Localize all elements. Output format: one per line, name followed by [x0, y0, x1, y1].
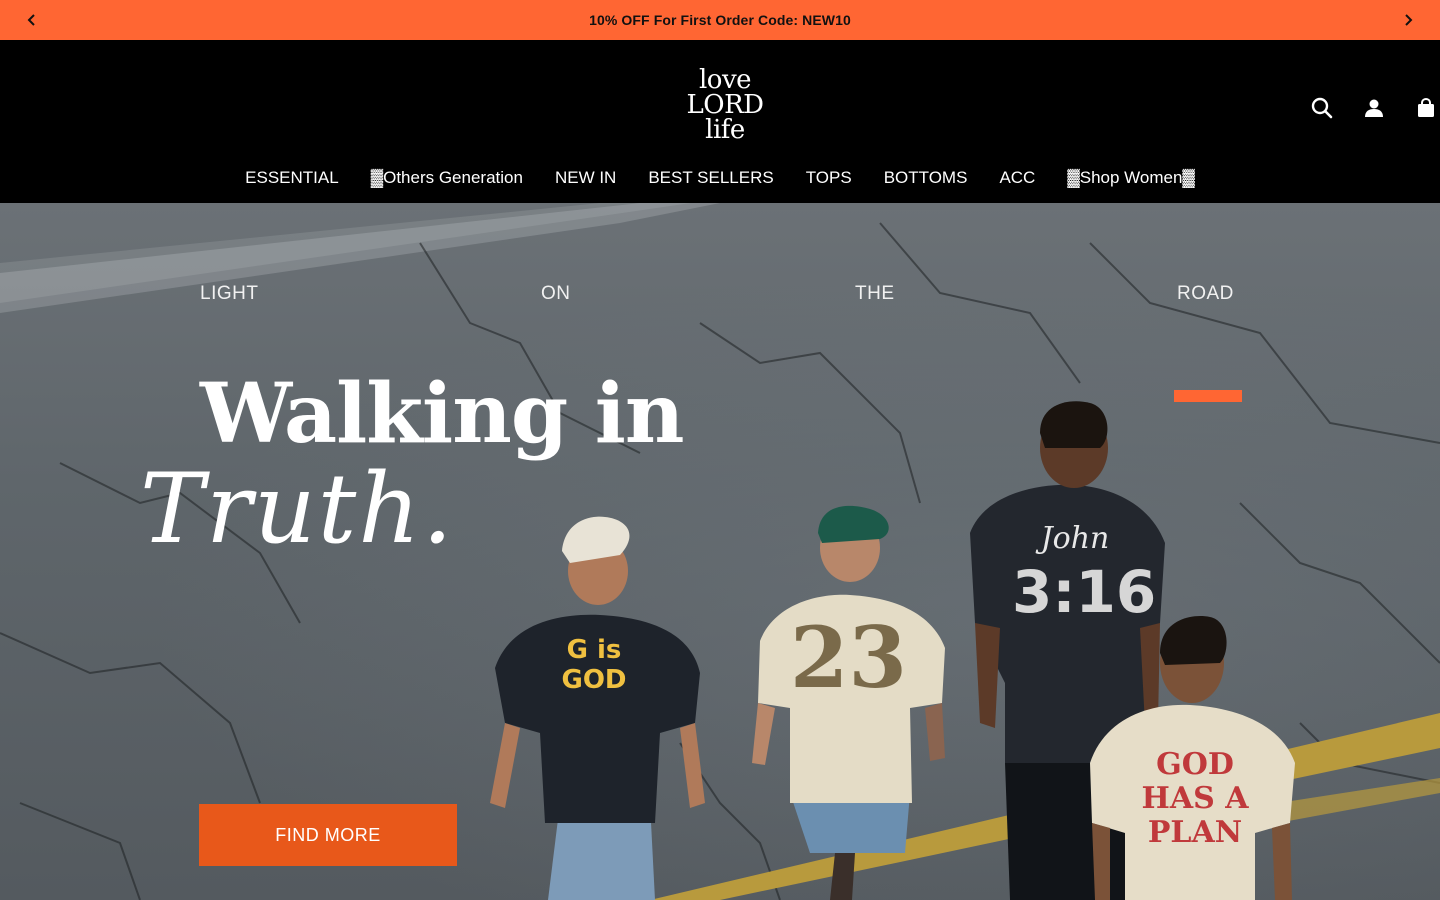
site-header: love LORD life ESSENTIAL ▓Others Generat… — [0, 40, 1440, 203]
announcement-text: 10% OFF For First Order Code: NEW10 — [589, 12, 851, 28]
search-button[interactable] — [1310, 96, 1334, 120]
chevron-right-icon — [1405, 14, 1413, 26]
next-announcement-button[interactable] — [1388, 0, 1428, 40]
tagline-word-the: THE — [855, 283, 895, 304]
nav-item-essential[interactable]: ESSENTIAL — [245, 168, 339, 188]
nav-item-best-sellers[interactable]: BEST SELLERS — [648, 168, 773, 188]
previous-announcement-button[interactable] — [12, 0, 52, 40]
site-logo[interactable]: love LORD life — [670, 67, 780, 145]
accent-dash — [1174, 390, 1242, 402]
shirt-print-316: 3:16 — [1012, 558, 1157, 626]
logo-line-3: life — [705, 115, 745, 145]
hero-headline: Walking in — [200, 366, 684, 462]
account-icon — [1365, 99, 1383, 117]
cart-icon — [1418, 98, 1434, 117]
tagline-word-road: ROAD — [1177, 283, 1234, 304]
shirt-print-god: G is GOD — [561, 635, 627, 695]
nav-item-acc[interactable]: ACC — [999, 168, 1035, 188]
find-more-button[interactable]: FIND MORE — [199, 804, 457, 866]
tagline-word-light: LIGHT — [200, 283, 259, 304]
header-actions — [1310, 96, 1438, 120]
hero-script-title: Truth. — [140, 453, 455, 565]
person-one — [490, 516, 705, 900]
hero-banner: G is GOD 23 John 3:16 GOD HAS A PLAN LIG… — [0, 203, 1440, 900]
nav-item-tops[interactable]: TOPS — [806, 168, 852, 188]
shirt-print-god-has-a-plan: GOD HAS A PLAN — [1141, 747, 1249, 850]
shirt-print-john: John — [1040, 521, 1110, 556]
cart-button[interactable] — [1414, 96, 1438, 120]
nav-item-shop-women[interactable]: ▓Shop Women▓ — [1067, 168, 1194, 188]
search-icon — [1311, 97, 1333, 119]
shirt-print-23: 23 — [790, 608, 907, 707]
nav-item-new-in[interactable]: NEW IN — [555, 168, 616, 188]
nav-item-bottoms[interactable]: BOTTOMS — [884, 168, 968, 188]
announcement-bar: 10% OFF For First Order Code: NEW10 — [0, 0, 1440, 40]
tagline-word-on: ON — [541, 283, 571, 304]
account-button[interactable] — [1362, 96, 1386, 120]
chevron-left-icon — [27, 14, 35, 26]
main-navigation: ESSENTIAL ▓Others Generation NEW IN BEST… — [0, 164, 1440, 192]
nav-item-others-generation[interactable]: ▓Others Generation — [371, 168, 523, 188]
